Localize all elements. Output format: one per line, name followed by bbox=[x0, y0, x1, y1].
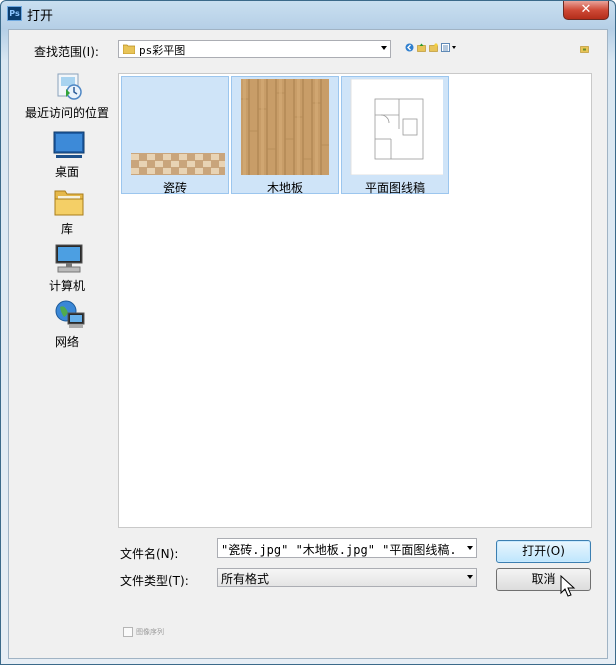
chevron-down-icon[interactable] bbox=[381, 46, 387, 50]
open-button[interactable]: 打开(O) bbox=[496, 540, 591, 563]
window-title: 打开 bbox=[27, 9, 54, 24]
recent-places-icon bbox=[57, 73, 82, 100]
look-in-label: 查找范围(I): bbox=[34, 45, 99, 59]
folder-options-icon[interactable] bbox=[580, 45, 589, 53]
chevron-down-icon[interactable] bbox=[467, 575, 473, 579]
file-type-select[interactable]: 所有格式 bbox=[217, 568, 477, 587]
open-dialog: Ps 打开 ✕ 查找范围(I): ps彩平图 最近访问的位置 桌面 库 计算机 … bbox=[0, 0, 616, 665]
place-recent[interactable]: 最近访问的位置 bbox=[16, 70, 118, 126]
desktop-icon bbox=[53, 131, 85, 158]
image-sequence-label: 图像序列 bbox=[136, 628, 164, 636]
wood-floor-thumbnail bbox=[241, 79, 329, 175]
place-network[interactable]: 网络 bbox=[16, 299, 118, 355]
file-name: 瓷砖 bbox=[162, 181, 187, 195]
floorplan-thumbnail bbox=[350, 79, 443, 175]
place-label: 库 bbox=[60, 222, 73, 236]
file-name: 木地板 bbox=[266, 181, 303, 195]
file-type-value: 所有格式 bbox=[221, 572, 270, 586]
file-item-floorplan[interactable]: 平面图线稿 bbox=[341, 76, 449, 195]
dialog-body: 查找范围(I): ps彩平图 最近访问的位置 桌面 库 计算机 网络 瓷砖 木地… bbox=[8, 29, 608, 659]
place-label: 桌面 bbox=[54, 165, 79, 179]
file-name-input[interactable]: "瓷砖.jpg" "木地板.jpg" "平面图线稿.jpg" bbox=[217, 538, 477, 558]
file-name-label: 文件名(N): bbox=[120, 547, 179, 561]
title-bar[interactable]: Ps 打开 ✕ bbox=[1, 1, 615, 25]
place-desktop[interactable]: 桌面 bbox=[16, 129, 118, 185]
place-label: 网络 bbox=[54, 335, 79, 349]
place-computer[interactable]: 计算机 bbox=[16, 243, 118, 299]
file-name: 平面图线稿 bbox=[364, 181, 425, 195]
mouse-cursor-icon bbox=[560, 575, 576, 597]
up-folder-icon[interactable] bbox=[417, 43, 426, 52]
back-icon[interactable] bbox=[405, 43, 414, 52]
folder-icon bbox=[123, 44, 135, 54]
tile-thumbnail bbox=[131, 153, 225, 175]
file-name-value: "瓷砖.jpg" "木地板.jpg" "平面图线稿.jpg" bbox=[221, 543, 457, 557]
look-in-value: ps彩平图 bbox=[139, 44, 186, 57]
file-item-wood-floor[interactable]: 木地板 bbox=[231, 76, 339, 195]
file-item-tile[interactable]: 瓷砖 bbox=[121, 76, 229, 195]
place-label: 最近访问的位置 bbox=[24, 106, 109, 120]
cancel-button[interactable]: 取消 bbox=[496, 568, 591, 591]
computer-icon bbox=[55, 244, 83, 273]
look-in-combo[interactable]: ps彩平图 bbox=[118, 40, 391, 58]
libraries-icon bbox=[54, 190, 84, 216]
new-folder-icon[interactable] bbox=[429, 43, 438, 52]
place-libraries[interactable]: 库 bbox=[16, 186, 118, 242]
file-list-view[interactable]: 瓷砖 木地板 平面图线稿 bbox=[118, 73, 592, 528]
close-button[interactable]: ✕ bbox=[563, 1, 609, 20]
network-icon bbox=[55, 300, 85, 328]
image-sequence-checkbox[interactable] bbox=[123, 627, 133, 637]
place-label: 计算机 bbox=[48, 279, 85, 293]
view-menu-icon[interactable] bbox=[441, 43, 457, 52]
places-bar: 最近访问的位置 桌面 库 计算机 网络 bbox=[16, 66, 118, 606]
file-type-label: 文件类型(T): bbox=[120, 574, 189, 588]
chevron-down-icon[interactable] bbox=[467, 546, 473, 550]
photoshop-icon: Ps bbox=[7, 6, 22, 21]
